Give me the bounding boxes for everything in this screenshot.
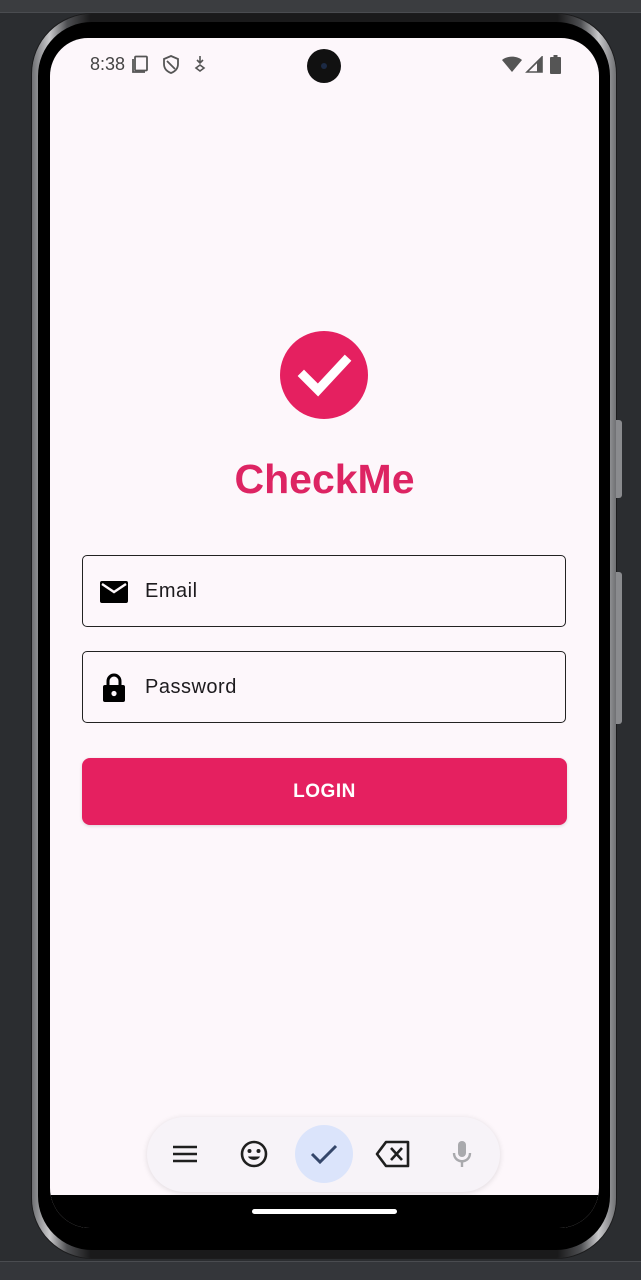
sim-card-icon <box>132 55 150 78</box>
email-input[interactable] <box>145 556 545 626</box>
password-input[interactable] <box>145 652 545 722</box>
password-field[interactable] <box>82 651 566 723</box>
signal-icon <box>525 55 543 78</box>
volume-rocker[interactable] <box>616 572 622 724</box>
check-icon[interactable] <box>295 1125 353 1183</box>
backspace-icon[interactable] <box>364 1125 422 1183</box>
status-time: 8:38 <box>90 54 126 74</box>
gesture-nav-bar <box>50 1195 599 1228</box>
shield-icon <box>162 55 180 79</box>
app-title: CheckMe <box>234 456 415 502</box>
front-camera <box>307 49 341 83</box>
window-top-edge <box>0 0 641 13</box>
email-field[interactable] <box>82 555 566 627</box>
location-download-icon <box>193 55 207 78</box>
wifi-icon <box>501 56 523 78</box>
emoji-icon[interactable] <box>225 1125 283 1183</box>
lock-icon <box>102 673 126 708</box>
microphone-icon[interactable] <box>433 1125 491 1183</box>
power-button[interactable] <box>616 420 622 498</box>
keyboard-toolbar <box>147 1117 500 1192</box>
check-circle-icon <box>280 331 368 419</box>
phone-screen: 8:38 CheckMe Email LOGIN <box>50 38 599 1228</box>
battery-icon <box>550 55 561 79</box>
menu-icon[interactable] <box>156 1125 214 1183</box>
window-bottom-edge <box>0 1261 641 1280</box>
home-handle[interactable] <box>252 1209 397 1214</box>
login-button[interactable]: LOGIN <box>82 758 567 825</box>
status-bar: 8:38 <box>50 38 599 94</box>
mail-icon <box>99 579 129 610</box>
